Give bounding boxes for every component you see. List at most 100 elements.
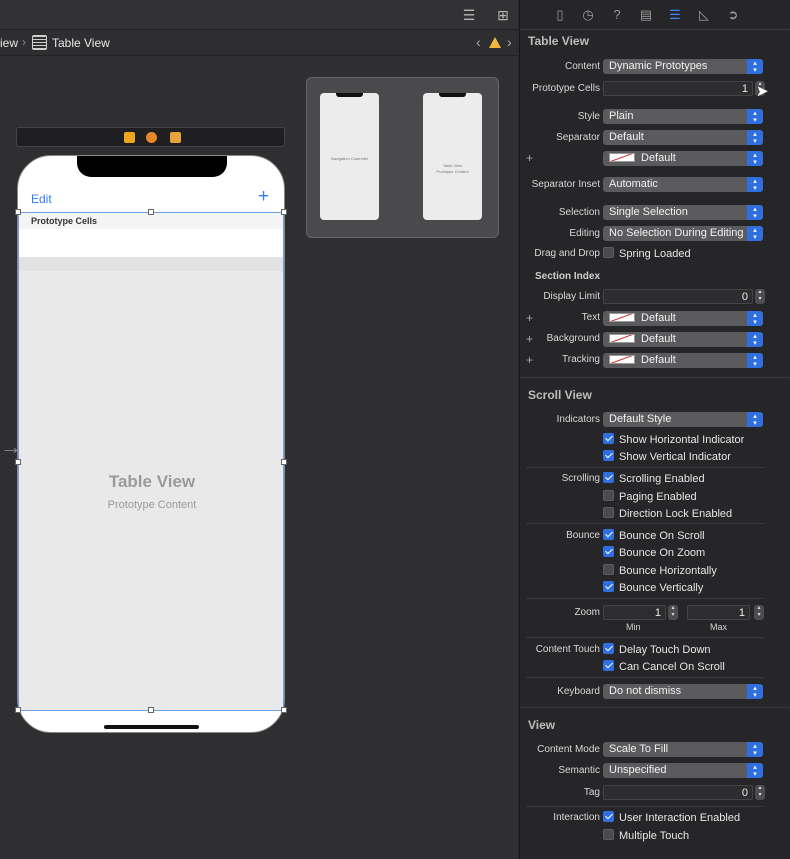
separator-popup[interactable]: Default ▴ ▾	[603, 130, 763, 145]
row-divider	[526, 677, 764, 678]
bounce-on-scroll-checkbox[interactable]: Bounce On Scroll	[603, 529, 705, 542]
popup-arrows-icon: ▴ ▾	[747, 130, 763, 145]
resize-handle[interactable]	[281, 459, 287, 465]
popup-arrows-icon: ▴ ▾	[747, 763, 763, 778]
show-vertical-checkbox[interactable]: Show Vertical Indicator	[603, 450, 731, 463]
checkbox-icon	[603, 507, 614, 518]
prototype-cells-label: Prototype Cells	[532, 83, 600, 94]
can-cancel-checkbox[interactable]: Can Cancel On Scroll	[603, 660, 725, 673]
color-swatch-icon	[609, 355, 635, 364]
identity-inspector-icon[interactable]: ▤	[638, 7, 654, 23]
delay-touch-down-label: Delay Touch Down	[619, 644, 711, 656]
help-inspector-icon[interactable]: ?	[609, 7, 625, 23]
zoom-min-field[interactable]: 1	[603, 605, 666, 620]
add-variation-icon[interactable]: +	[526, 151, 533, 165]
direction-lock-label: Direction Lock Enabled	[619, 508, 733, 520]
edit-bar-button[interactable]: Edit	[31, 192, 52, 206]
text-color-popup[interactable]: Default ▴ ▾	[603, 311, 763, 326]
bounce-on-zoom-checkbox[interactable]: Bounce On Zoom	[603, 546, 705, 559]
editing-popup[interactable]: No Selection During Editing ▴ ▾	[603, 226, 763, 241]
mini-navigation-controller[interactable]: Navigation Controller	[320, 93, 379, 220]
separator-inset-label: Separator Inset	[531, 179, 600, 190]
direction-lock-checkbox[interactable]: Direction Lock Enabled	[603, 507, 732, 520]
selection-popup[interactable]: Single Selection ▴ ▾	[603, 205, 763, 220]
resize-handle[interactable]	[15, 209, 21, 215]
resize-handle[interactable]	[148, 209, 154, 215]
warning-icon[interactable]	[489, 37, 501, 48]
first-responder-icon[interactable]	[146, 132, 157, 143]
add-variation-icon[interactable]: +	[526, 311, 533, 325]
spring-loaded-checkbox[interactable]: Spring Loaded	[603, 247, 691, 260]
row-divider	[526, 637, 764, 638]
text-color-label: Text	[581, 312, 600, 323]
breadcrumb-previous[interactable]: iew	[0, 36, 18, 50]
popup-arrows-icon: ▴ ▾	[747, 353, 763, 368]
size-inspector-icon[interactable]: ◺	[696, 7, 712, 23]
semantic-label: Semantic	[558, 765, 600, 776]
add-editor-icon[interactable]: ⊞	[494, 7, 512, 23]
add-variation-icon[interactable]: +	[526, 332, 533, 346]
show-horizontal-checkbox[interactable]: Show Horizontal Indicator	[603, 433, 744, 446]
spring-loaded-label: Spring Loaded	[619, 248, 691, 260]
zoom-max-field[interactable]: 1	[687, 605, 750, 620]
display-limit-stepper[interactable]: ▴ ▾	[755, 289, 765, 304]
semantic-popup[interactable]: Unspecified ▴ ▾	[603, 763, 763, 778]
file-inspector-icon[interactable]: ▯	[552, 7, 568, 23]
content-mode-popup[interactable]: Scale To Fill ▴ ▾	[603, 742, 763, 757]
keyboard-popup[interactable]: Do not dismiss ▴ ▾	[603, 684, 763, 699]
resize-handle[interactable]	[148, 707, 154, 713]
bounce-horizontally-checkbox[interactable]: Bounce Horizontally	[603, 564, 717, 577]
exit-icon[interactable]	[170, 132, 181, 143]
popup-arrows-icon: ▴ ▾	[747, 226, 763, 241]
section-divider	[520, 707, 790, 708]
checkbox-checked-icon	[603, 581, 614, 592]
paging-enabled-checkbox[interactable]: Paging Enabled	[603, 490, 697, 503]
scrolling-enabled-checkbox[interactable]: Scrolling Enabled	[603, 472, 705, 485]
zoom-label: Zoom	[574, 607, 600, 618]
history-inspector-icon[interactable]: ◷	[580, 7, 596, 23]
bounce-vertically-checkbox[interactable]: Bounce Vertically	[603, 581, 703, 594]
style-popup[interactable]: Plain ▴ ▾	[603, 109, 763, 124]
zoom-max-stepper[interactable]: ▴ ▾	[754, 605, 764, 620]
editor-options-icon[interactable]: ☰	[460, 7, 478, 23]
user-interaction-checkbox[interactable]: User Interaction Enabled	[603, 811, 740, 824]
checkbox-checked-icon	[603, 433, 614, 444]
separator-inset-popup[interactable]: Automatic ▴ ▾	[603, 177, 763, 192]
add-variation-icon[interactable]: +	[526, 353, 533, 367]
storyboard-canvas[interactable]: ☰ ⊞ iew › Table View ‹ › → Edit + Protot…	[0, 0, 518, 859]
tag-stepper[interactable]: ▴ ▾	[755, 785, 765, 800]
attributes-inspector-icon[interactable]: ☰	[667, 7, 683, 23]
delay-touch-down-checkbox[interactable]: Delay Touch Down	[603, 643, 711, 656]
storyboard-overview[interactable]: Navigation Controller Table View Prototy…	[306, 77, 499, 238]
attributes-inspector: ▯ ◷ ? ▤ ☰ ◺ ➲ Table View Content Dynamic…	[519, 0, 790, 859]
mini-table-view-controller[interactable]: Table View Prototype Content	[423, 93, 482, 220]
bounce-horizontally-label: Bounce Horizontally	[619, 565, 717, 577]
resize-handle[interactable]	[15, 459, 21, 465]
tracking-popup[interactable]: Default ▴ ▾	[603, 353, 763, 368]
scrolling-enabled-label: Scrolling Enabled	[619, 473, 705, 485]
view-controller-icon[interactable]	[124, 132, 135, 143]
display-limit-field[interactable]: 0	[603, 289, 753, 304]
separator-color-popup[interactable]: Default ▴ ▾	[603, 151, 763, 166]
indicators-popup[interactable]: Default Style ▴ ▾	[603, 412, 763, 427]
resize-handle[interactable]	[281, 209, 287, 215]
add-bar-button[interactable]: +	[258, 186, 269, 208]
content-popup[interactable]: Dynamic Prototypes ▴ ▾	[603, 59, 763, 74]
multiple-touch-checkbox[interactable]: Multiple Touch	[603, 829, 689, 842]
back-arrow-icon[interactable]: ‹	[476, 34, 481, 50]
background-popup[interactable]: Default ▴ ▾	[603, 332, 763, 347]
resize-handle[interactable]	[281, 707, 287, 713]
row-divider	[526, 806, 764, 807]
zoom-min-stepper[interactable]: ▴ ▾	[668, 605, 678, 620]
style-label: Style	[577, 111, 600, 122]
prototype-cells-field[interactable]: 1	[603, 81, 753, 96]
connections-inspector-icon[interactable]: ➲	[725, 7, 741, 23]
breadcrumb-current[interactable]: Table View	[52, 36, 110, 50]
forward-arrow-icon[interactable]: ›	[507, 34, 512, 50]
resize-handle[interactable]	[15, 707, 21, 713]
table-view-icon	[32, 35, 47, 50]
popup-arrows-icon: ▴ ▾	[747, 332, 763, 347]
tag-field[interactable]: 0	[603, 785, 753, 800]
popup-arrows-icon: ▴ ▾	[747, 177, 763, 192]
popup-arrows-icon: ▴ ▾	[747, 59, 763, 74]
